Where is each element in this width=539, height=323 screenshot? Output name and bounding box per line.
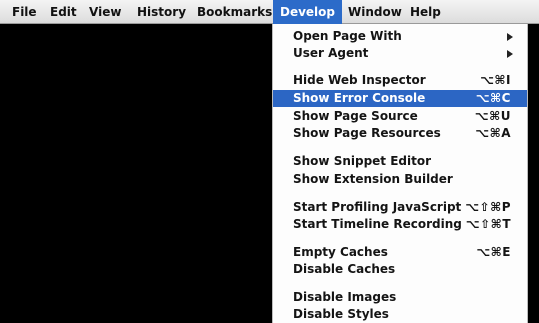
menu-bar: File Edit View History Bookmarks Develop…: [0, 0, 539, 24]
menu-item-shortcut: ⌥⌘U: [474, 109, 511, 123]
menu-item-shortcut: ⌥⌘I: [480, 73, 511, 87]
menu-item-label: Empty Caches: [293, 245, 388, 259]
menu-item-label: Show Error Console: [293, 91, 426, 105]
menu-window[interactable]: Window: [348, 0, 402, 24]
menu-item-show-error-console[interactable]: Show Error Console ⌥⌘C: [273, 90, 527, 107]
menu-item-shortcut: ⌥⇧⌘T: [465, 217, 511, 231]
menu-item-shortcut: ⌥⇧⌘P: [465, 200, 511, 214]
menu-view[interactable]: View: [89, 0, 121, 24]
menu-item-show-snippet-editor[interactable]: Show Snippet Editor: [273, 153, 527, 170]
menu-item-empty-caches[interactable]: Empty Caches ⌥⌘E: [273, 244, 527, 261]
menu-develop[interactable]: Develop: [273, 0, 343, 24]
menu-item-label: Show Extension Builder: [293, 172, 453, 186]
menu-item-shortcut: ⌥⌘A: [475, 126, 511, 140]
submenu-arrow-icon: [507, 33, 513, 41]
menu-item-disable-caches[interactable]: Disable Caches: [273, 261, 527, 278]
menu-item-show-extension-builder[interactable]: Show Extension Builder: [273, 171, 527, 188]
submenu-arrow-icon: [507, 50, 513, 58]
menu-item-user-agent[interactable]: User Agent: [273, 45, 527, 62]
menu-item-hide-web-inspector[interactable]: Hide Web Inspector ⌥⌘I: [273, 72, 527, 89]
menu-item-label: Start Profiling JavaScript: [293, 200, 462, 214]
menu-item-label: Disable Styles: [293, 307, 389, 321]
menu-item-label: Open Page With: [293, 29, 402, 43]
menu-item-label: User Agent: [293, 46, 369, 60]
menu-item-show-page-resources[interactable]: Show Page Resources ⌥⌘A: [273, 125, 527, 142]
develop-menu-dropdown: Open Page With User Agent Hide Web Inspe…: [272, 24, 528, 323]
menu-item-disable-styles[interactable]: Disable Styles: [273, 306, 527, 323]
menu-bookmarks[interactable]: Bookmarks: [197, 0, 272, 24]
menu-item-open-page-with[interactable]: Open Page With: [273, 28, 527, 45]
menu-item-disable-images[interactable]: Disable Images: [273, 289, 527, 306]
menu-item-label: Show Snippet Editor: [293, 154, 432, 168]
menu-item-show-page-source[interactable]: Show Page Source ⌥⌘U: [273, 108, 527, 125]
menu-item-start-profiling-javascript[interactable]: Start Profiling JavaScript ⌥⇧⌘P: [273, 199, 527, 216]
menu-history[interactable]: History: [137, 0, 186, 24]
menu-item-label: Start Timeline Recording: [293, 217, 462, 231]
menu-item-label: Disable Images: [293, 290, 397, 304]
menu-item-shortcut: ⌥⌘E: [476, 245, 511, 259]
menu-item-label: Show Page Source: [293, 109, 418, 123]
menu-item-label: Disable Caches: [293, 262, 396, 276]
menu-item-label: Show Page Resources: [293, 126, 441, 140]
menu-item-label: Hide Web Inspector: [293, 73, 426, 87]
menu-file[interactable]: File: [12, 0, 37, 24]
menu-item-shortcut: ⌥⌘C: [475, 91, 511, 105]
menu-help[interactable]: Help: [410, 0, 441, 24]
menu-edit[interactable]: Edit: [50, 0, 77, 24]
menu-item-start-timeline-recording[interactable]: Start Timeline Recording ⌥⇧⌘T: [273, 216, 527, 233]
